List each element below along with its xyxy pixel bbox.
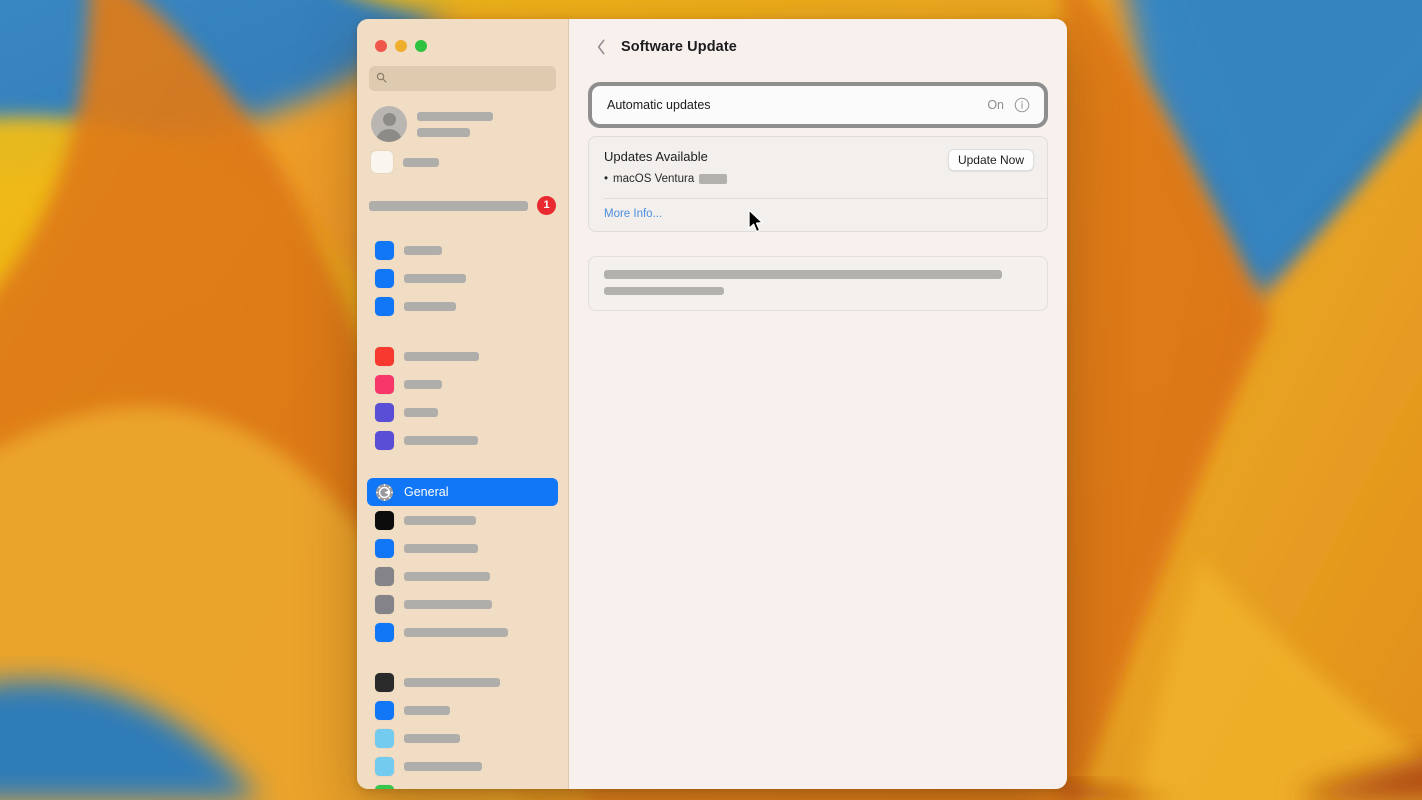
redacted-bar [417, 111, 493, 121]
sidebar-item-desktop-dock[interactable] [367, 668, 558, 696]
redacted-bar [404, 351, 479, 361]
sidebar-item-wallpaper[interactable] [367, 724, 558, 752]
sidebar-item-siri-spotlight[interactable] [367, 590, 558, 618]
sidebar-item-network[interactable] [367, 292, 558, 320]
redacted-bar [369, 200, 528, 211]
search-field[interactable] [369, 66, 556, 91]
redacted-bar [404, 761, 482, 771]
sidebar-item-label: General [404, 485, 449, 499]
sidebar-group-4 [357, 668, 568, 789]
settings-cards: Automatic updates On Updates Available •… [569, 82, 1067, 311]
sidebar-item-battery[interactable] [367, 780, 558, 789]
redacted-bar [404, 571, 490, 581]
redacted-bar [404, 273, 466, 283]
redacted-bar [417, 127, 470, 137]
redacted-bar [404, 599, 492, 609]
sidebar-item-accessibility[interactable] [367, 534, 558, 562]
system-settings-window: 1 General Software Update Automatic upda… [357, 19, 1067, 789]
account-tile-icon [371, 151, 393, 173]
redacted-bar [404, 435, 478, 445]
sidebar-item-focus[interactable] [367, 398, 558, 426]
sidebar-item-appearance[interactable] [367, 506, 558, 534]
maximize-button[interactable] [415, 40, 427, 52]
redacted-bar [404, 543, 478, 553]
bullet-glyph: • [604, 173, 609, 185]
account-name-redacted [417, 111, 493, 137]
updates-card-text: Updates Available • macOS Ventura [604, 149, 948, 185]
sidebar-group-2 [357, 342, 568, 454]
arrow-pointer-cursor [747, 209, 765, 235]
sidebar-item-wifi[interactable] [367, 236, 558, 264]
redacted-settings-card[interactable] [588, 256, 1048, 311]
updates-available-title: Updates Available [604, 149, 708, 164]
update-now-button[interactable]: Update Now [947, 149, 1034, 171]
sidebar-item-control-center[interactable] [367, 562, 558, 590]
redacted-bar [404, 379, 442, 389]
notification-badge: 1 [537, 196, 556, 215]
updates-card-top: Updates Available • macOS Ventura Update… [589, 137, 1047, 185]
sidebar-item-sound[interactable] [367, 370, 558, 398]
automatic-updates-row[interactable]: Automatic updates On [592, 86, 1044, 124]
sidebar-notice-row[interactable]: 1 [357, 173, 568, 215]
search-icon [376, 70, 387, 88]
close-button[interactable] [375, 40, 387, 52]
sidebar-item-apple-id-extra[interactable] [357, 142, 568, 173]
window-traffic-lights [357, 19, 568, 52]
update-list-item: • macOS Ventura [604, 173, 948, 185]
chevron-left-icon[interactable] [596, 38, 607, 56]
sidebar-item-bluetooth[interactable] [367, 264, 558, 292]
gear-general-icon [375, 483, 394, 502]
automatic-updates-label: Automatic updates [607, 98, 711, 112]
sidebar-item-notifications[interactable] [367, 342, 558, 370]
search-input[interactable] [392, 72, 549, 85]
redacted-bar [404, 515, 476, 525]
person-avatar-icon [371, 106, 407, 142]
info-circle-icon[interactable] [1014, 97, 1030, 113]
sidebar-item-screen-saver[interactable] [367, 752, 558, 780]
redacted-bar [404, 733, 460, 743]
redacted-bar [404, 705, 450, 715]
sidebar-group-1 [357, 236, 568, 320]
search-container [357, 52, 568, 91]
redacted-bar [604, 287, 724, 295]
redacted-bar [404, 301, 456, 311]
update-version-redacted [699, 174, 728, 184]
automatic-updates-focus-ring: Automatic updates On [588, 82, 1048, 128]
automatic-updates-value: On [987, 98, 1004, 112]
sidebar-item-privacy-security[interactable] [367, 618, 558, 646]
content-header: Software Update [569, 19, 1067, 75]
sidebar-group-3: General [357, 478, 568, 646]
sidebar-item-displays[interactable] [367, 696, 558, 724]
sidebar: 1 General [357, 19, 569, 789]
updates-available-card: Updates Available • macOS Ventura Update… [588, 136, 1048, 232]
page-title: Software Update [621, 39, 737, 55]
more-info-link[interactable]: More Info... [589, 199, 1047, 231]
sidebar-item-screen-time[interactable] [367, 426, 558, 454]
redacted-bar [404, 407, 438, 417]
sidebar-item-general[interactable]: General [367, 478, 558, 506]
redacted-bar [404, 245, 442, 255]
redacted-bar [404, 677, 500, 687]
account-block[interactable] [357, 91, 568, 142]
content-pane: Software Update Automatic updates On Upd… [569, 19, 1067, 789]
minimize-button[interactable] [395, 40, 407, 52]
redacted-bar [403, 157, 439, 167]
update-name: macOS Ventura [613, 173, 695, 185]
redacted-bar [404, 627, 508, 637]
redacted-bar [604, 270, 1003, 279]
